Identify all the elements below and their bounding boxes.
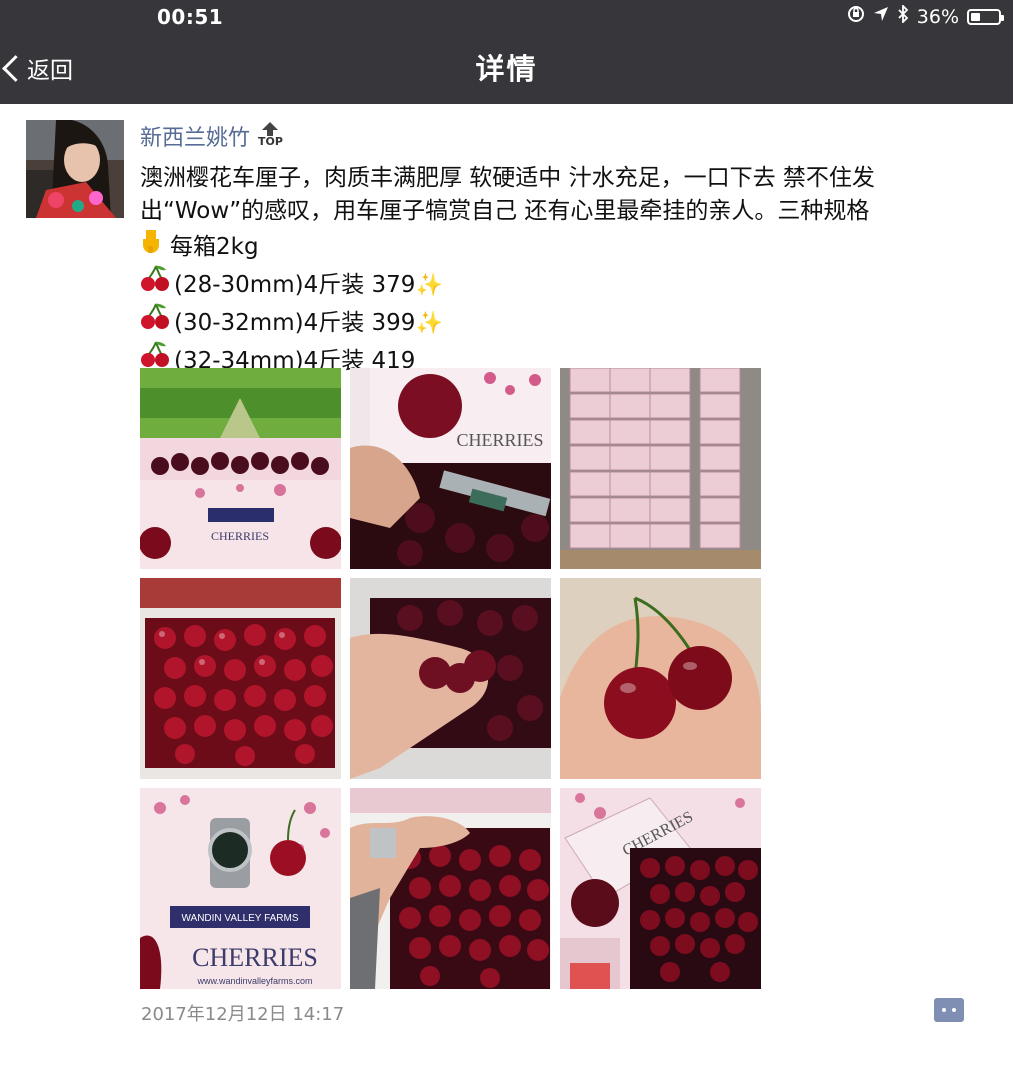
cherry-icon [140,264,174,302]
photo-thumbnail[interactable] [140,578,341,779]
avatar[interactable] [26,120,124,218]
photo-thumbnail[interactable]: CHERRIES [560,788,761,989]
photo-grid: CHERRIES CHERRIES WANDIN VALLEY FARMS CH… [140,368,761,990]
orientation-lock-icon [847,5,865,29]
pointing-down-icon [140,228,170,264]
author-name: 新西兰姚竹 [140,126,251,151]
photo-thumbnail[interactable]: CHERRIES [350,368,551,569]
content-line: 每箱2kg [170,234,259,260]
arrow-up-icon [262,122,279,130]
photo-thumbnail[interactable] [350,578,551,779]
battery-percent: 36% [916,6,959,28]
content-line: 出“Wow”的感叹，用车厘子犒赏自己 还有心里最牵挂的亲人。三种规格 [140,198,870,224]
content-line-row: (30-32mm)4斤装 399✨ [140,302,990,340]
page-title: 详情 [475,52,538,86]
sparkles-icon: ✨ [415,311,443,336]
post-content: 澳洲樱花车厘子，肉质丰满肥厚 软硬适中 汁水充足，一口下去 禁不住发 出“Wow… [140,162,990,378]
battery-icon [967,9,1004,25]
photo-thumbnail[interactable]: WANDIN VALLEY FARMS CHERRIES www.wandinv… [140,788,341,989]
status-icons: 36% [847,3,1004,29]
comment-icon[interactable] [934,998,964,1022]
author-name-link[interactable]: 新西兰姚竹 TOP [140,120,283,152]
location-arrow-icon [873,6,889,28]
svg-text:CHERRIES: CHERRIES [192,943,318,972]
content-line: (30-32mm)4斤装 399 [174,310,416,336]
post-timestamp: 2017年12月12日 14:17 [141,1004,345,1025]
bluetooth-icon [897,3,909,29]
photo-thumbnail[interactable] [560,368,761,569]
status-time: 00:51 [157,5,224,29]
cherry-icon [140,302,174,340]
photo-thumbnail[interactable] [560,578,761,779]
content-line: (28-30mm)4斤装 379 [174,272,416,298]
sparkles-icon: ✨ [415,273,443,298]
svg-text:www.wandinvalleyfarms.com: www.wandinvalleyfarms.com [196,976,312,986]
photo-thumbnail[interactable]: CHERRIES [140,368,341,569]
top-badge: TOP [258,122,283,148]
content-line-row: (28-30mm)4斤装 379✨ [140,264,990,302]
svg-text:CHERRIES: CHERRIES [456,430,543,450]
svg-text:WANDIN VALLEY FARMS: WANDIN VALLEY FARMS [181,913,298,924]
content-line: 澳洲樱花车厘子，肉质丰满肥厚 软硬适中 汁水充足，一口下去 禁不住发 [140,165,875,191]
top-bar: 00:51 36% 返回 详情 [0,0,1013,104]
svg-text:CHERRIES: CHERRIES [211,529,269,543]
photo-thumbnail[interactable] [350,788,551,989]
content-line-row: 每箱2kg [140,228,990,264]
